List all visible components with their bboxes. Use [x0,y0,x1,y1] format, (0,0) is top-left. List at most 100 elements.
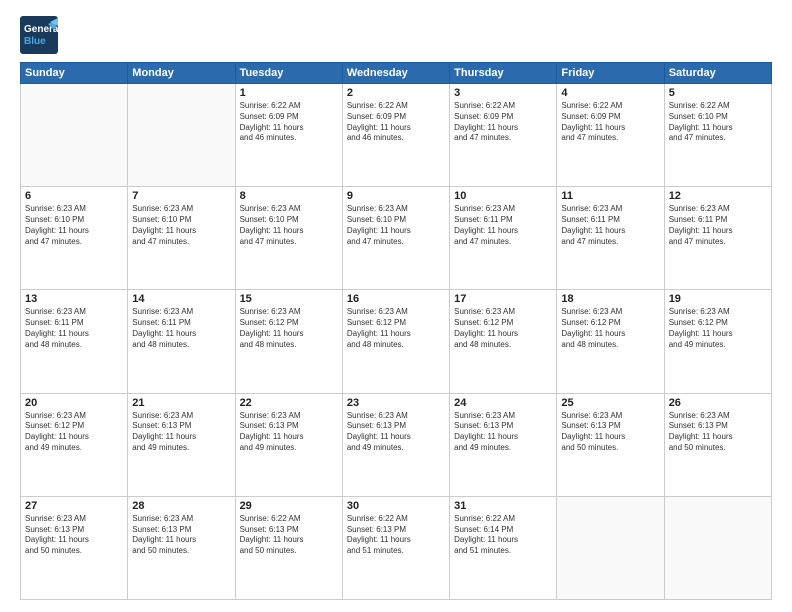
cell-text: Sunrise: 6:23 AM Sunset: 6:13 PM Dayligh… [132,411,230,454]
calendar-cell: 3 Sunrise: 6:22 AM Sunset: 6:09 PM Daylig… [450,84,557,187]
page: General Blue SundayMondayTuesdayWednesda… [0,0,792,612]
cell-text: Sunrise: 6:22 AM Sunset: 6:14 PM Dayligh… [454,514,552,557]
calendar-cell: 23 Sunrise: 6:23 AM Sunset: 6:13 PM Dayli… [342,393,449,496]
calendar-cell: 5 Sunrise: 6:22 AM Sunset: 6:10 PM Daylig… [664,84,771,187]
calendar-cell: 27 Sunrise: 6:23 AM Sunset: 6:13 PM Dayli… [21,496,128,599]
day-number: 23 [347,397,445,409]
day-number: 4 [561,87,659,99]
weekday-header-monday: Monday [128,63,235,84]
day-number: 1 [240,87,338,99]
cell-text: Sunrise: 6:23 AM Sunset: 6:13 PM Dayligh… [347,411,445,454]
svg-text:Blue: Blue [24,36,46,47]
cell-text: Sunrise: 6:22 AM Sunset: 6:09 PM Dayligh… [240,101,338,144]
cell-text: Sunrise: 6:23 AM Sunset: 6:12 PM Dayligh… [454,307,552,350]
calendar-cell: 20Sunrise: 6:23 AM Sunset: 6:12 PM Dayli… [21,393,128,496]
calendar-cell: 29 Sunrise: 6:22 AM Sunset: 6:13 PM Dayli… [235,496,342,599]
cell-text: Sunrise: 6:22 AM Sunset: 6:09 PM Dayligh… [454,101,552,144]
calendar-cell: 1 Sunrise: 6:22 AM Sunset: 6:09 PM Daylig… [235,84,342,187]
cell-text: Sunrise: 6:23 AM Sunset: 6:10 PM Dayligh… [347,204,445,247]
calendar-cell: 15 Sunrise: 6:23 AM Sunset: 6:12 PM Dayli… [235,290,342,393]
day-number: 6 [25,190,123,202]
calendar-cell [557,496,664,599]
calendar-cell: 26 Sunrise: 6:23 AM Sunset: 6:13 PM Dayli… [664,393,771,496]
cell-text: Sunrise: 6:23 AM Sunset: 6:13 PM Dayligh… [25,514,123,557]
cell-text: Sunrise: 6:23 AM Sunset: 6:11 PM Dayligh… [25,307,123,350]
cell-text: Sunrise: 6:23 AM Sunset: 6:13 PM Dayligh… [454,411,552,454]
cell-text: Sunrise: 6:23 AM Sunset: 6:12 PM Dayligh… [561,307,659,350]
weekday-header-tuesday: Tuesday [235,63,342,84]
calendar-week-2: 6 Sunrise: 6:23 AM Sunset: 6:10 PM Daylig… [21,187,772,290]
cell-text: Sunrise: 6:23 AM Sunset: 6:13 PM Dayligh… [561,411,659,454]
day-number: 7 [132,190,230,202]
day-number: 19 [669,293,767,305]
calendar-cell: 2Sunrise: 6:22 AM Sunset: 6:09 PM Daylig… [342,84,449,187]
calendar-cell: 6 Sunrise: 6:23 AM Sunset: 6:10 PM Daylig… [21,187,128,290]
weekday-header-thursday: Thursday [450,63,557,84]
weekday-header-wednesday: Wednesday [342,63,449,84]
day-number: 28 [132,500,230,512]
day-number: 13 [25,293,123,305]
day-number: 8 [240,190,338,202]
calendar-week-1: 1 Sunrise: 6:22 AM Sunset: 6:09 PM Daylig… [21,84,772,187]
calendar-cell: 25 Sunrise: 6:23 AM Sunset: 6:13 PM Dayli… [557,393,664,496]
cell-text: Sunrise: 6:23 AM Sunset: 6:10 PM Dayligh… [25,204,123,247]
calendar-week-4: 20Sunrise: 6:23 AM Sunset: 6:12 PM Dayli… [21,393,772,496]
cell-text: Sunrise: 6:23 AM Sunset: 6:12 PM Dayligh… [347,307,445,350]
day-number: 27 [25,500,123,512]
calendar-cell: 30Sunrise: 6:22 AM Sunset: 6:13 PM Dayli… [342,496,449,599]
cell-text: Sunrise: 6:23 AM Sunset: 6:10 PM Dayligh… [240,204,338,247]
weekday-header-saturday: Saturday [664,63,771,84]
calendar-cell: 10 Sunrise: 6:23 AM Sunset: 6:11 PM Dayli… [450,187,557,290]
day-number: 20 [25,397,123,409]
day-number: 24 [454,397,552,409]
calendar-cell: 9 Sunrise: 6:23 AM Sunset: 6:10 PM Daylig… [342,187,449,290]
calendar-cell [21,84,128,187]
logo: General Blue [20,16,58,54]
calendar-cell: 28 Sunrise: 6:23 AM Sunset: 6:13 PM Dayli… [128,496,235,599]
cell-text: Sunrise: 6:23 AM Sunset: 6:12 PM Dayligh… [240,307,338,350]
cell-text: Sunrise: 6:23 AM Sunset: 6:13 PM Dayligh… [132,514,230,557]
cell-text: Sunrise: 6:23 AM Sunset: 6:11 PM Dayligh… [561,204,659,247]
calendar-cell: 13 Sunrise: 6:23 AM Sunset: 6:11 PM Dayli… [21,290,128,393]
calendar-table: SundayMondayTuesdayWednesdayThursdayFrid… [20,62,772,600]
day-number: 31 [454,500,552,512]
day-number: 16 [347,293,445,305]
calendar-week-5: 27 Sunrise: 6:23 AM Sunset: 6:13 PM Dayli… [21,496,772,599]
calendar-cell: 4Sunrise: 6:22 AM Sunset: 6:09 PM Daylig… [557,84,664,187]
cell-text: Sunrise: 6:23 AM Sunset: 6:13 PM Dayligh… [669,411,767,454]
cell-text: Sunrise: 6:22 AM Sunset: 6:13 PM Dayligh… [240,514,338,557]
day-number: 25 [561,397,659,409]
cell-text: Sunrise: 6:23 AM Sunset: 6:11 PM Dayligh… [132,307,230,350]
day-number: 14 [132,293,230,305]
day-number: 26 [669,397,767,409]
day-number: 17 [454,293,552,305]
day-number: 3 [454,87,552,99]
calendar-cell [128,84,235,187]
day-number: 9 [347,190,445,202]
calendar-cell: 24 Sunrise: 6:23 AM Sunset: 6:13 PM Dayli… [450,393,557,496]
day-number: 5 [669,87,767,99]
logo-icon: General Blue [20,16,58,54]
day-number: 10 [454,190,552,202]
cell-text: Sunrise: 6:22 AM Sunset: 6:10 PM Dayligh… [669,101,767,144]
calendar-cell: 19 Sunrise: 6:23 AM Sunset: 6:12 PM Dayli… [664,290,771,393]
header: General Blue [20,16,772,54]
day-number: 30 [347,500,445,512]
calendar-cell: 21 Sunrise: 6:23 AM Sunset: 6:13 PM Dayli… [128,393,235,496]
day-number: 2 [347,87,445,99]
calendar-cell: 7Sunrise: 6:23 AM Sunset: 6:10 PM Daylig… [128,187,235,290]
cell-text: Sunrise: 6:23 AM Sunset: 6:11 PM Dayligh… [669,204,767,247]
cell-text: Sunrise: 6:23 AM Sunset: 6:11 PM Dayligh… [454,204,552,247]
day-number: 21 [132,397,230,409]
calendar-cell: 31 Sunrise: 6:22 AM Sunset: 6:14 PM Dayli… [450,496,557,599]
day-number: 15 [240,293,338,305]
day-number: 18 [561,293,659,305]
cell-text: Sunrise: 6:23 AM Sunset: 6:12 PM Dayligh… [669,307,767,350]
day-number: 29 [240,500,338,512]
weekday-header-row: SundayMondayTuesdayWednesdayThursdayFrid… [21,63,772,84]
calendar-cell: 14 Sunrise: 6:23 AM Sunset: 6:11 PM Dayli… [128,290,235,393]
calendar-cell: 11Sunrise: 6:23 AM Sunset: 6:11 PM Dayli… [557,187,664,290]
calendar-cell: 18 Sunrise: 6:23 AM Sunset: 6:12 PM Dayli… [557,290,664,393]
calendar-cell: 12Sunrise: 6:23 AM Sunset: 6:11 PM Dayli… [664,187,771,290]
calendar-cell [664,496,771,599]
